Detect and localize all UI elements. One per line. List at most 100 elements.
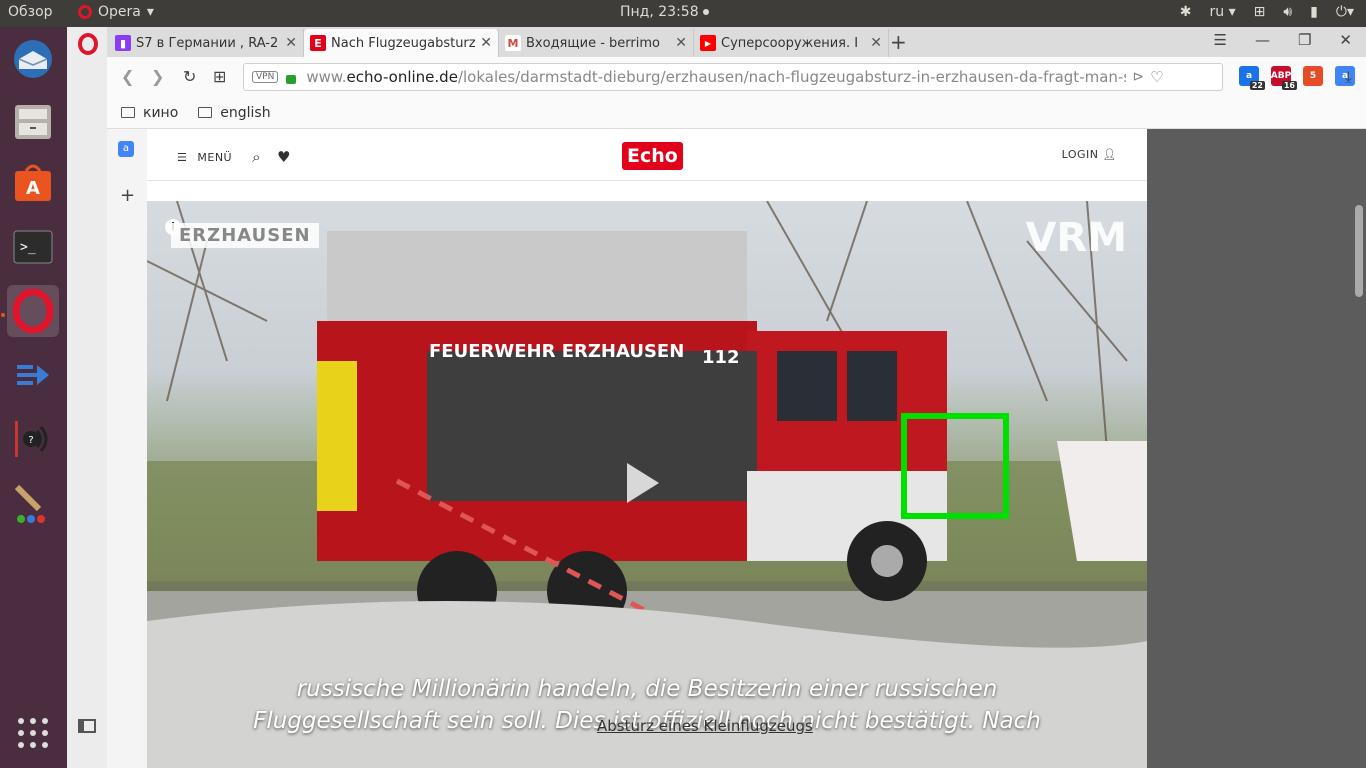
opera-menu-icon[interactable] bbox=[78, 33, 98, 55]
notification-dot bbox=[702, 9, 709, 15]
tab[interactable]: ▶ Суперсооружения. I ✕ bbox=[694, 29, 889, 57]
bookmark-label: кино bbox=[143, 104, 179, 121]
search-icon[interactable]: ⌕ bbox=[252, 148, 261, 166]
files-icon[interactable] bbox=[7, 95, 59, 147]
svg-text:>_: >_ bbox=[20, 240, 36, 255]
user-icon: 👤︎ bbox=[1102, 148, 1117, 161]
vpn-badge[interactable]: VPN bbox=[252, 71, 279, 83]
launcher-dock: A >_ ? bbox=[0, 27, 67, 768]
site-header: ☰ MENÜ ⌕ ♥ Echo LOGIN 👤︎ bbox=[147, 129, 1147, 181]
close-icon[interactable]: ✕ bbox=[675, 35, 687, 51]
scrollbar-thumb[interactable] bbox=[1355, 205, 1363, 297]
send-icon[interactable]: ⊳ bbox=[1132, 69, 1144, 85]
close-icon[interactable]: ✕ bbox=[480, 35, 492, 51]
location-tag: ERZHAUSEN bbox=[171, 223, 319, 248]
login-button[interactable]: LOGIN 👤︎ bbox=[1062, 148, 1117, 161]
url-text[interactable]: www.echo-online.de/lokales/darmstadt-die… bbox=[306, 68, 1126, 86]
new-tab-button[interactable]: + bbox=[890, 30, 907, 54]
bluetooth-icon[interactable]: ✱ bbox=[1180, 4, 1192, 20]
volume-icon[interactable]: 🔊︎ bbox=[1283, 4, 1292, 20]
app-menu-label: Opera bbox=[98, 4, 141, 20]
badge-count: 22 bbox=[1249, 81, 1265, 90]
power-menu-icon[interactable]: ⏻▾ bbox=[1336, 4, 1354, 20]
thunderbird-icon[interactable] bbox=[7, 33, 59, 85]
sidebar-toggle-icon[interactable] bbox=[78, 719, 96, 733]
terminal-icon[interactable]: >_ bbox=[7, 221, 59, 273]
bookmarks-bar: кино english bbox=[107, 97, 1366, 129]
activities-button[interactable]: Обзор bbox=[8, 4, 53, 20]
svg-text:?: ? bbox=[28, 435, 33, 446]
heart-icon[interactable]: ♥ bbox=[277, 148, 291, 166]
html5-icon[interactable]: 5 bbox=[1303, 66, 1323, 86]
top-panel: Обзор Opera ▾ Пнд, 23:58 ✱ ru ▾ ⊞ 🔊︎ ▮ ⏻… bbox=[0, 0, 1366, 27]
address-bar[interactable]: VPN www.echo-online.de/lokales/darmstadt… bbox=[243, 63, 1223, 91]
folder-icon bbox=[121, 107, 135, 118]
tab-title: Суперсооружения. I bbox=[721, 35, 859, 51]
abp-icon[interactable]: ABP 16 bbox=[1271, 66, 1297, 90]
tab-active[interactable]: E Nach Flugzeugabsturz ✕ bbox=[304, 29, 499, 57]
tab[interactable]: M Входящие - berrimo ✕ bbox=[499, 29, 694, 57]
url-domain: echo-online.de bbox=[346, 68, 458, 86]
running-indicator bbox=[1, 313, 5, 317]
web-page-viewport: ☰ MENÜ ⌕ ♥ Echo LOGIN 👤︎ FEUERWEHR ERZHA… bbox=[147, 129, 1366, 768]
echo-logo[interactable]: Echo bbox=[622, 142, 683, 170]
gmail-favicon-icon: M bbox=[505, 35, 521, 51]
tab-bar: ▮ S7 в Германии , RA-2 ✕ E Nach Flugzeug… bbox=[107, 27, 1366, 57]
close-window-icon[interactable]: ✕ bbox=[1339, 31, 1352, 49]
lock-icon[interactable] bbox=[286, 74, 297, 84]
network-icon[interactable]: ⊞ bbox=[1254, 4, 1266, 20]
hamburger-icon: ☰ bbox=[177, 150, 188, 164]
tab-title: Входящие - berrimo bbox=[526, 35, 660, 51]
back-icon[interactable]: ❮ bbox=[121, 67, 134, 86]
window-controls: ☰ — ❐ ✕ bbox=[1214, 31, 1352, 49]
audio-icon[interactable]: ? bbox=[7, 413, 59, 465]
echo-favicon-icon: E bbox=[310, 35, 326, 51]
heart-icon[interactable]: ♡ bbox=[1150, 68, 1163, 86]
video-caption-link[interactable]: Absturz eines Kleinflugzeugs bbox=[597, 717, 813, 735]
software-center-icon[interactable]: A bbox=[7, 157, 59, 209]
minimize-icon[interactable]: — bbox=[1255, 31, 1270, 49]
menu-label: MENÜ bbox=[197, 150, 233, 164]
add-panel-icon[interactable]: + bbox=[120, 185, 135, 206]
battery-icon[interactable]: ▮ bbox=[1310, 4, 1318, 20]
youtube-favicon-icon: ▶ bbox=[700, 35, 716, 51]
highlight-box bbox=[901, 413, 1009, 519]
url-path: /lokales/darmstadt-dieburg/erzhausen/nac… bbox=[457, 68, 1127, 86]
paint-brush-icon[interactable] bbox=[7, 477, 59, 529]
language-indicator[interactable]: ru ▾ bbox=[1209, 4, 1235, 20]
download-icon[interactable]: ⤓ bbox=[1345, 67, 1352, 87]
menu-button[interactable]: ☰ MENÜ ⌕ ♥ bbox=[177, 148, 291, 166]
reload-icon[interactable]: ↻ bbox=[183, 67, 196, 86]
app-menu[interactable]: Opera ▾ bbox=[78, 4, 154, 20]
close-icon[interactable]: ✕ bbox=[285, 35, 297, 51]
video-player[interactable]: FEUERWEHR ERZHAUSEN 112 i ERZHAUSEN VRM bbox=[147, 201, 1147, 768]
tab-grid-icon[interactable]: ⊞ bbox=[213, 67, 226, 86]
forward-icon[interactable]: ❯ bbox=[151, 67, 164, 86]
bookmark-folder[interactable]: кино bbox=[121, 105, 178, 121]
truck-lettering: FEUERWEHR ERZHAUSEN bbox=[429, 341, 684, 362]
translate-icon[interactable]: a 22 bbox=[1239, 66, 1265, 90]
maximize-icon[interactable]: ❐ bbox=[1298, 31, 1311, 49]
url-prefix: www. bbox=[306, 68, 347, 86]
show-applications-icon[interactable] bbox=[7, 707, 59, 759]
folder-icon bbox=[198, 107, 213, 118]
tab[interactable]: ▮ S7 в Германии , RA-2 ✕ bbox=[109, 29, 304, 57]
play-icon[interactable] bbox=[627, 463, 659, 503]
tab-menu-icon[interactable]: ☰ bbox=[1214, 31, 1227, 49]
opera-sidebar bbox=[67, 27, 107, 768]
bookmark-folder[interactable]: english bbox=[198, 105, 271, 121]
vrm-logo: VRM bbox=[1025, 215, 1127, 261]
chevron-down-icon: ▾ bbox=[146, 4, 154, 20]
close-icon[interactable]: ✕ bbox=[870, 35, 882, 51]
subtitle-line: russische Millionärin handeln, die Besit… bbox=[296, 676, 998, 702]
svg-text:A: A bbox=[26, 178, 40, 199]
system-tray[interactable]: ✱ ru ▾ ⊞ 🔊︎ ▮ ⏻▾ bbox=[1180, 4, 1354, 20]
scrollbar[interactable] bbox=[1352, 129, 1366, 768]
opera-browser-icon[interactable] bbox=[7, 285, 59, 337]
translate-icon[interactable]: a bbox=[118, 141, 134, 157]
opera-icon bbox=[78, 5, 92, 19]
remmina-icon[interactable] bbox=[7, 349, 59, 401]
clock[interactable]: Пнд, 23:58 bbox=[620, 4, 709, 20]
language-label: ru bbox=[1209, 4, 1225, 20]
clock-text: Пнд, 23:58 bbox=[620, 4, 699, 20]
